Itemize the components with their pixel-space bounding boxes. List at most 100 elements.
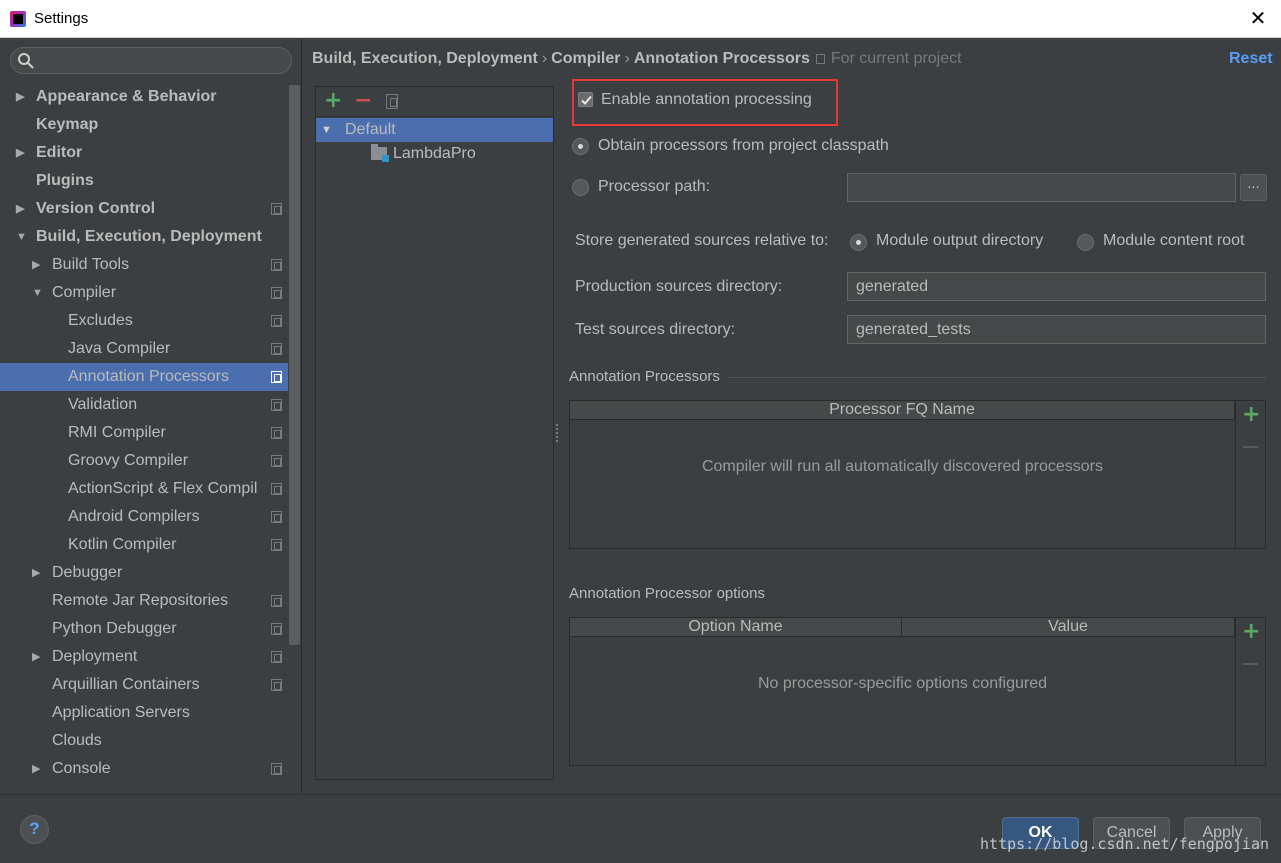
help-button[interactable]: ? [20,815,49,844]
sidebar-item-label: Application Servers [52,704,190,721]
value-header[interactable]: Value [902,618,1235,636]
remove-option-icon[interactable] [1243,663,1258,665]
reset-link[interactable]: Reset [1229,50,1273,68]
collapsed-arrow-icon[interactable]: ▶ [32,755,46,783]
collapsed-arrow-icon[interactable]: ▶ [16,83,30,111]
sidebar-item[interactable]: ▶ Deployment [0,643,288,671]
collapsed-arrow-icon[interactable]: ▶ [16,139,30,167]
collapsed-arrow-icon[interactable]: ▶ [16,195,30,223]
sidebar-item[interactable]: Application Servers [0,699,288,727]
project-scope-icon [271,399,282,411]
sidebar-item[interactable]: Clouds [0,727,288,755]
sidebar-item-label: Compiler [52,284,117,301]
add-processor-icon[interactable]: + [1242,404,1260,426]
sidebar-item[interactable]: Plugins [0,167,288,195]
sidebar-item-label: Remote Jar Repositories [52,592,229,609]
expanded-arrow-icon[interactable]: ▼ [32,279,46,307]
expand-arrow-icon[interactable]: ▼ [321,118,332,142]
content-root-label[interactable]: Module content root [1103,232,1244,250]
processors-table-header: Processor FQ Name [570,401,1235,420]
sidebar-item-label: Clouds [52,732,102,749]
sidebar-item[interactable]: Annotation Processors [0,363,288,391]
sidebar-item[interactable]: Android Compilers [0,503,288,531]
processor-path-label[interactable]: Processor path: [598,178,710,196]
option-name-header[interactable]: Option Name [570,618,902,636]
sidebar-item[interactable]: Validation [0,391,288,419]
options-section-title: Annotation Processor options [569,585,765,602]
collapsed-arrow-icon[interactable]: ▶ [32,559,46,587]
sidebar-item-label: Appearance & Behavior [36,88,217,105]
copy-profile-icon[interactable] [386,94,398,109]
module-output-radio[interactable] [850,234,867,251]
sidebar-item[interactable]: Python Debugger [0,615,288,643]
sidebar-item[interactable]: ▶ Debugger [0,559,288,587]
sidebar-item[interactable]: Kotlin Compiler [0,531,288,559]
sidebar-item[interactable]: ▶ Build Tools [0,251,288,279]
window-title-bar: Settings ✕ [0,0,1281,38]
module-output-label[interactable]: Module output directory [876,232,1043,250]
sidebar-item[interactable]: RMI Compiler [0,419,288,447]
processors-empty-text: Compiler will run all automatically disc… [701,458,1104,475]
splitter-handle[interactable] [556,424,559,442]
project-scope-icon [271,287,282,299]
sidebar-item[interactable]: ▼ Compiler [0,279,288,307]
sidebar-item[interactable]: Arquillian Containers [0,671,288,699]
sidebar-item[interactable]: ▶ Console [0,755,288,783]
obtain-classpath-radio[interactable] [572,138,589,155]
sidebar-item[interactable]: ActionScript & Flex Compil [0,475,288,503]
options-side-toolbar: + [1235,618,1267,765]
sidebar-item[interactable]: Excludes [0,307,288,335]
remove-profile-icon[interactable]: − [354,90,372,112]
sidebar-scrollbar[interactable] [289,85,300,645]
remove-processor-icon[interactable] [1243,446,1258,448]
enable-annotation-label[interactable]: Enable annotation processing [601,91,812,109]
processors-table: Processor FQ Name Compiler will run all … [569,400,1266,549]
production-dir-field[interactable]: generated [847,272,1266,301]
watermark: https://blog.csdn.net/fengpojian [980,835,1269,853]
sidebar-item[interactable]: Keymap [0,111,288,139]
sidebar-item[interactable]: ▶ Version Control [0,195,288,223]
module-folder-icon [371,144,389,162]
project-scope-icon [815,53,825,64]
search-icon [18,53,34,69]
project-scope-icon [271,203,282,215]
sidebar-item-label: Console [52,760,111,777]
add-option-icon[interactable]: + [1242,621,1260,643]
enable-annotation-checkbox[interactable] [578,92,593,107]
sidebar-item[interactable]: ▼ Build, Execution, Deployment [0,223,288,251]
breadcrumb: Build, Execution, Deployment › Compiler › An… [312,50,962,68]
close-icon[interactable]: ✕ [1247,8,1269,30]
sidebar-item-label: Annotation Processors [68,368,229,385]
sidebar-item[interactable]: Remote Jar Repositories [0,587,288,615]
search-input[interactable] [10,47,292,74]
project-scope-icon [271,679,282,691]
checkmark-icon [581,95,592,105]
collapsed-arrow-icon[interactable]: ▶ [32,643,46,671]
sidebar-item-label: Build Tools [52,256,130,273]
profile-default[interactable]: ▼ Default [316,118,553,142]
sidebar-item-label: Python Debugger [52,620,177,637]
processor-path-field[interactable] [847,173,1236,202]
sidebar-item[interactable]: ▶ Editor [0,139,288,167]
processor-fq-name-header[interactable]: Processor FQ Name [570,401,1235,419]
profile-module[interactable]: LambdaPro [316,142,553,166]
content-root-radio[interactable] [1077,234,1094,251]
sidebar-item[interactable]: Java Compiler [0,335,288,363]
test-dir-field[interactable]: generated_tests [847,315,1266,344]
project-scope-icon [271,455,282,467]
project-scope-icon [271,511,282,523]
sidebar-item[interactable]: Groovy Compiler [0,447,288,475]
breadcrumb-part: Compiler [551,50,621,67]
add-profile-icon[interactable]: + [324,90,342,112]
processor-path-radio[interactable] [572,179,589,196]
intellij-app-icon [10,10,26,27]
expanded-arrow-icon[interactable]: ▼ [16,223,30,251]
options-table: Option Name Value No processor-specific … [569,617,1266,766]
breadcrumb-part: Build, Execution, Deployment [312,50,538,67]
sidebar-item-label: Deployment [52,648,138,665]
browse-button[interactable]: ... [1240,174,1267,201]
collapsed-arrow-icon[interactable]: ▶ [32,251,46,279]
sidebar-item[interactable]: ▶ Appearance & Behavior [0,83,288,111]
obtain-classpath-label[interactable]: Obtain processors from project classpath [598,137,889,155]
settings-sidebar: ▶ Appearance & Behavior Keymap ▶ Editor Plugi… [0,39,302,794]
